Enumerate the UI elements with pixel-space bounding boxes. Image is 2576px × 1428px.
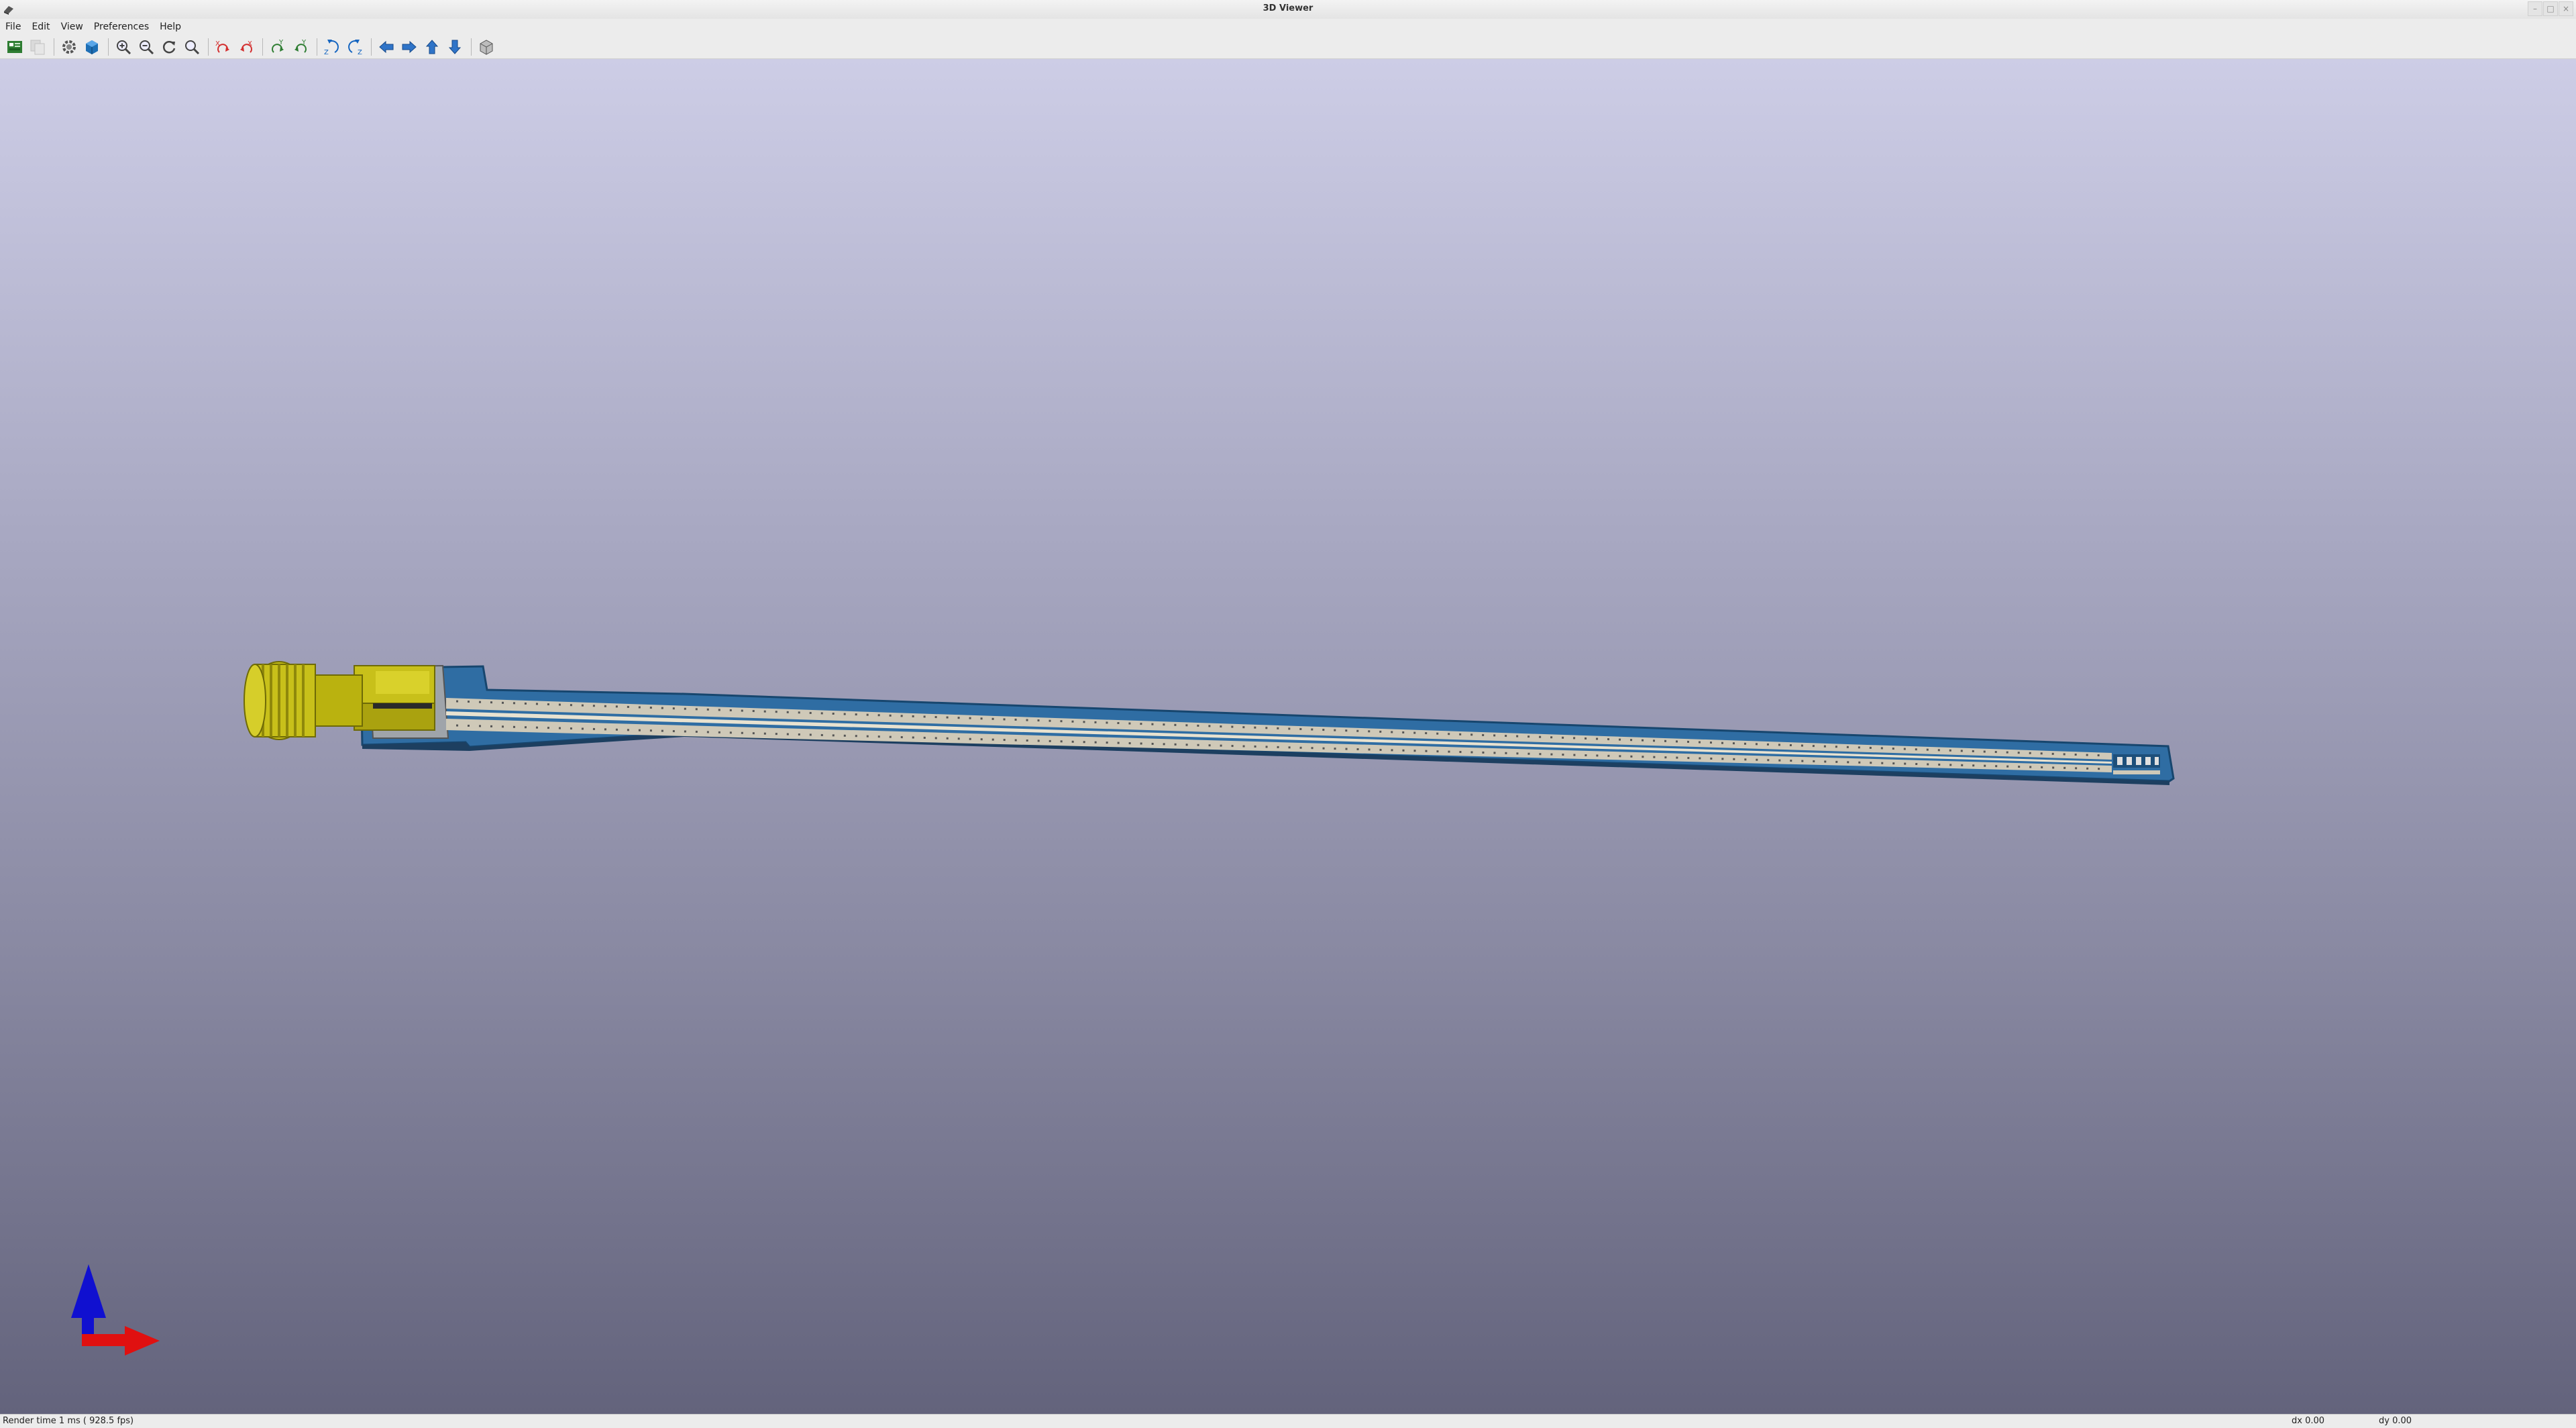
axis-gizmo (71, 1264, 160, 1356)
arrow-right-icon (402, 40, 417, 53)
menu-view[interactable]: View (56, 21, 89, 32)
rotate-x-ccw-icon: X (240, 40, 252, 53)
zoom-fit-button[interactable] (181, 36, 203, 58)
menu-help[interactable]: Help (154, 21, 186, 32)
rotate-y-cw-button[interactable]: Y (267, 36, 288, 58)
zoom-out-icon (140, 40, 154, 54)
rotate-z-ccw-button[interactable]: Z (344, 36, 366, 58)
probe-end-pads (2113, 754, 2160, 774)
move-up-button[interactable] (421, 36, 443, 58)
ortho-cube-icon (480, 39, 493, 55)
menu-bar: File Edit View Preferences Help (0, 19, 2576, 35)
rotate-y-ccw-button[interactable]: Y (290, 36, 311, 58)
rotate-x-cw-icon: X (215, 40, 229, 53)
rotate-x-cw-button[interactable]: X (213, 36, 234, 58)
zoom-in-button[interactable] (113, 36, 134, 58)
window-title: 3D Viewer (1263, 3, 1313, 13)
render-cube-icon (86, 40, 98, 54)
raytracing-toggle-button[interactable] (81, 36, 103, 58)
rotate-y-ccw-icon: Y (294, 39, 307, 53)
svg-text:Z: Z (358, 49, 362, 56)
title-bar: 3D Viewer – □ × (0, 0, 2576, 19)
pcb-reload-icon (7, 40, 22, 53)
reload-board-button[interactable] (4, 36, 25, 58)
arrow-up-icon (425, 39, 439, 54)
toolbar-separator (371, 38, 372, 56)
copy-image-button[interactable] (27, 36, 48, 58)
menu-file[interactable]: File (0, 21, 26, 32)
status-bar: Render time 1 ms ( 928.5 fps) dx 0.00 dy… (0, 1414, 2576, 1428)
board-render (71, 661, 2175, 1356)
copy-icon (30, 40, 45, 54)
rotate-x-ccw-button[interactable]: X (235, 36, 257, 58)
move-down-button[interactable] (444, 36, 466, 58)
window-controls: – □ × (2528, 1, 2573, 16)
rotate-z-ccw-icon: Z (348, 39, 362, 56)
rotate-y-cw-icon: Y (272, 39, 284, 53)
toolbar-separator (108, 38, 109, 56)
redraw-button[interactable] (158, 36, 180, 58)
settings-button[interactable] (58, 36, 80, 58)
rotate-z-cw-icon: Z (324, 39, 339, 56)
svg-text:Z: Z (324, 49, 329, 56)
axis-x-arrow (125, 1326, 160, 1356)
move-left-button[interactable] (376, 36, 397, 58)
move-right-button[interactable] (398, 36, 420, 58)
toolbar-separator (208, 38, 209, 56)
toolbar: X X Y Y Z Z (0, 35, 2576, 59)
menu-preferences[interactable]: Preferences (89, 21, 154, 32)
arrow-left-icon (379, 40, 394, 53)
zoom-fit-icon (185, 40, 200, 54)
close-icon[interactable]: × (2559, 1, 2573, 16)
3d-viewport[interactable] (0, 59, 2576, 1414)
dx-readout: dx 0.00 (2292, 1416, 2325, 1426)
toolbar-separator (471, 38, 472, 56)
minimize-icon[interactable]: – (2528, 1, 2542, 16)
rotate-z-cw-button[interactable]: Z (321, 36, 343, 58)
render-time-status: Render time 1 ms ( 928.5 fps) (3, 1416, 134, 1426)
menu-edit[interactable]: Edit (26, 21, 55, 32)
sma-connector (244, 661, 435, 740)
zoom-out-button[interactable] (136, 36, 157, 58)
dy-readout: dy 0.00 (2379, 1416, 2412, 1426)
ortho-view-button[interactable] (476, 36, 497, 58)
toolbar-separator (262, 38, 263, 56)
zoom-in-icon (117, 40, 131, 54)
arrow-down-icon (448, 40, 462, 54)
refresh-icon (162, 40, 176, 53)
gear-icon (62, 40, 76, 54)
maximize-icon[interactable]: □ (2543, 1, 2558, 16)
axis-z-arrow (71, 1264, 106, 1318)
